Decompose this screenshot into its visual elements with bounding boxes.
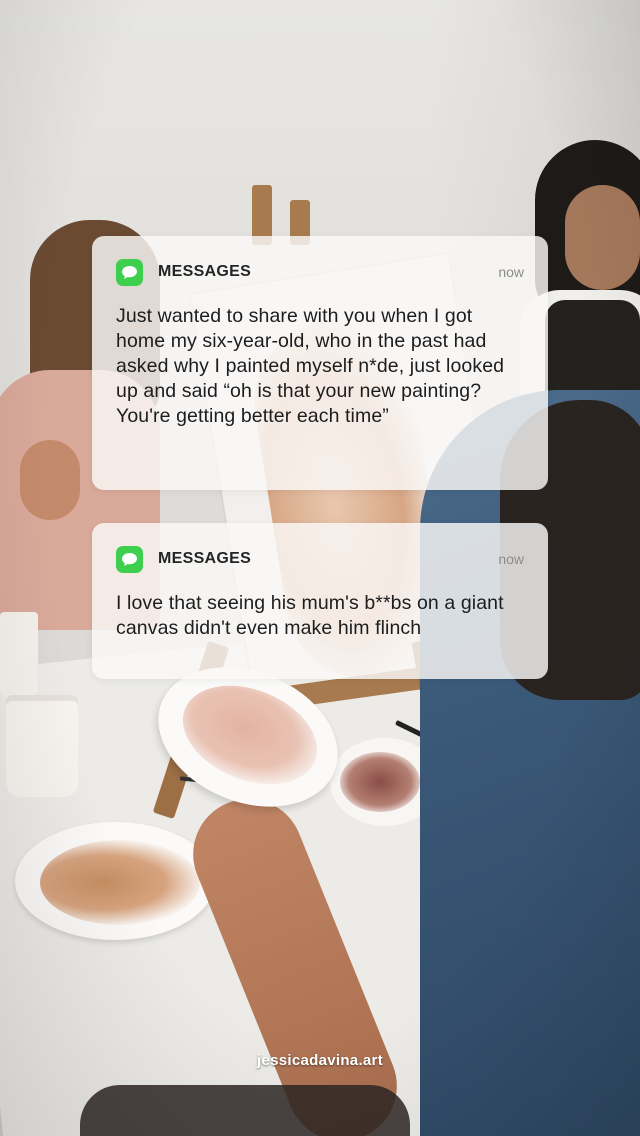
timestamp: now [498,551,524,567]
message-notification[interactable]: MESSAGES now I love that seeing his mum'… [92,523,548,679]
app-name: MESSAGES [158,263,252,280]
notification-header: MESSAGES now [116,545,524,573]
messages-bubble-icon [116,545,143,573]
messages-bubble-icon [116,258,143,286]
message-text: I love that seeing his mum's b**bs on a … [116,592,504,639]
watermark-handle: jessicadavina.art [256,1052,383,1069]
message-notification[interactable]: MESSAGES now Just wanted to share with y… [92,236,548,490]
timestamp: now [498,264,524,280]
app-name: MESSAGES [158,550,252,567]
notification-header: MESSAGES now [116,258,524,286]
message-text: Just wanted to share with you when I got… [116,305,505,427]
